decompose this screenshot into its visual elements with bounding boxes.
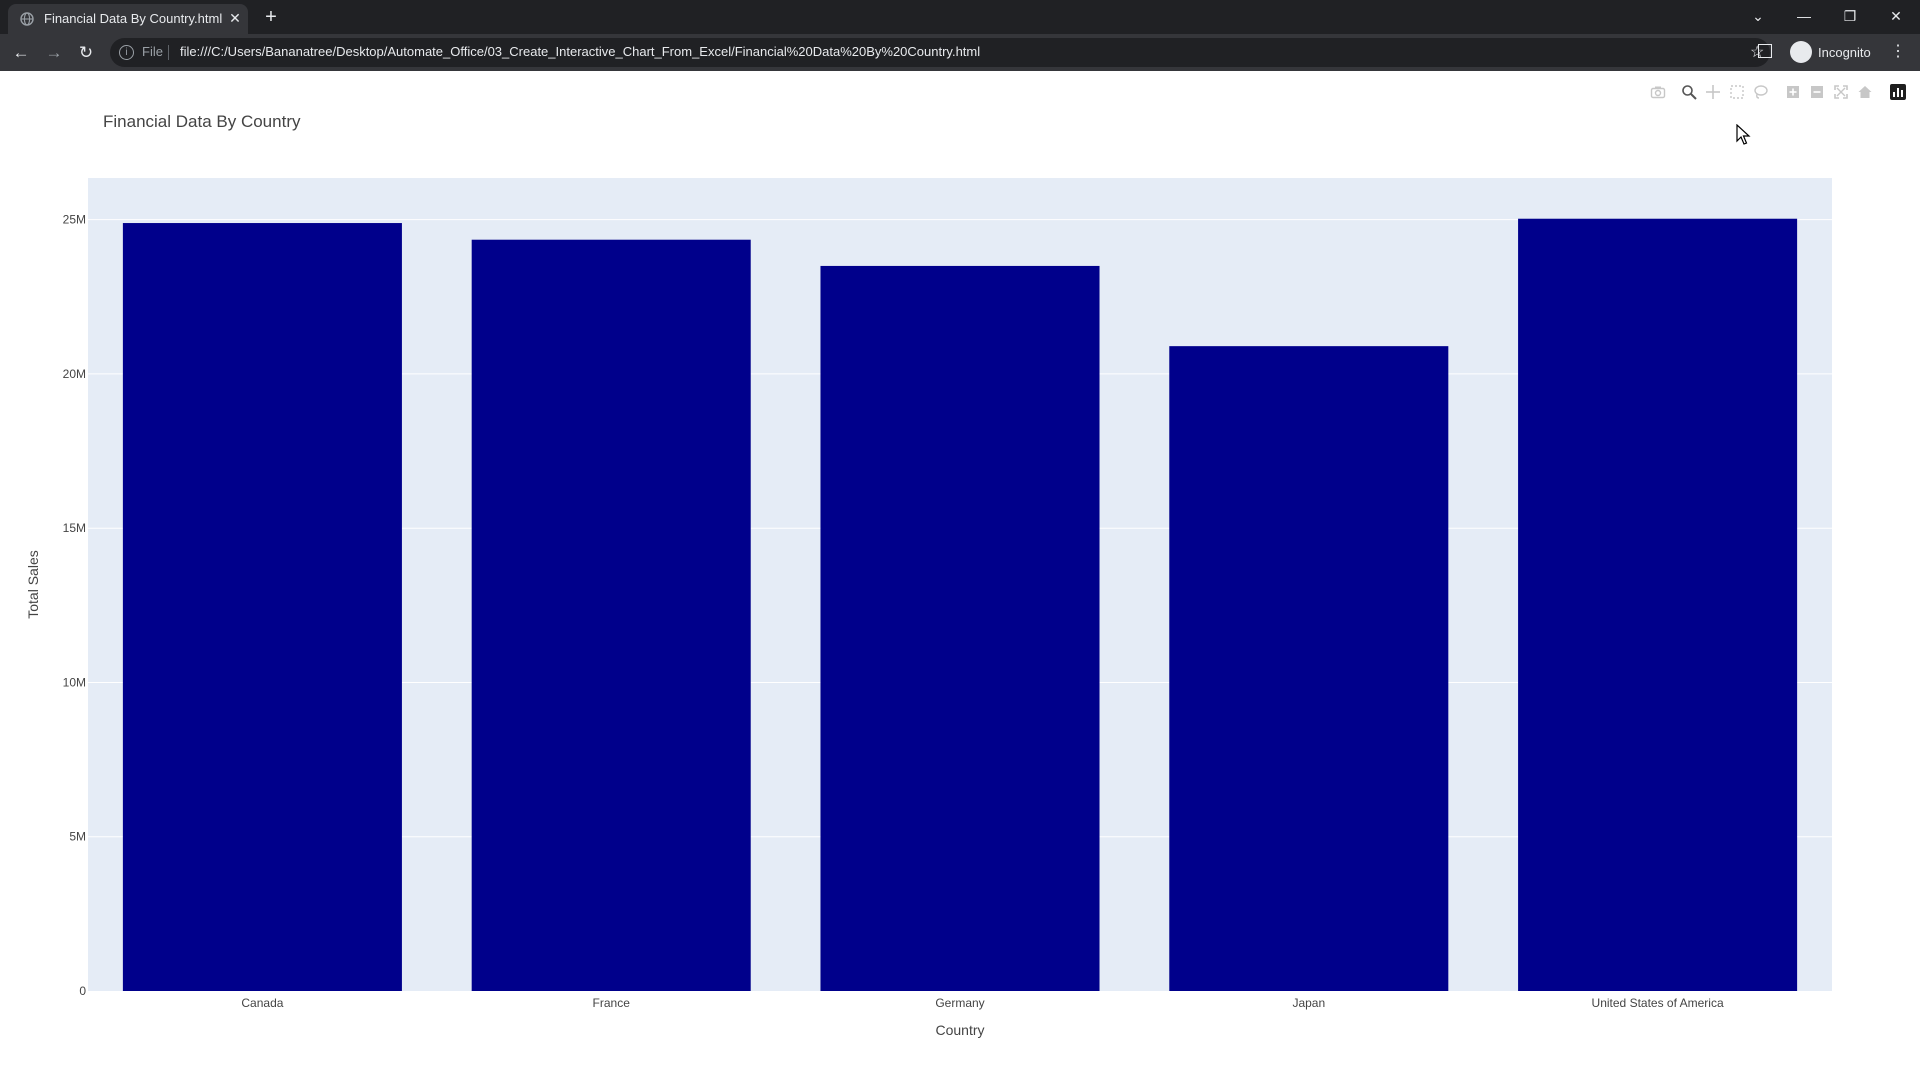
bar-chart: 0 5M 10M 15M 20M 25M Canada France Germany Japan… (25, 178, 1832, 1038)
address-bar[interactable]: i File file:///C:/Users/Bananatree/Deskt… (110, 38, 1770, 67)
address-divider (168, 45, 169, 60)
y-axis-ticks: 0 5M 10M 15M 20M 25M (63, 213, 87, 998)
bar-france[interactable] (471, 239, 751, 992)
info-icon[interactable]: i (119, 45, 134, 60)
tab-search-icon[interactable]: ⌄ (1740, 4, 1776, 28)
globe-icon (20, 12, 34, 26)
y-tick-label: 5M (69, 830, 86, 844)
x-axis-ticks: Canada France Germany Japan United States of… (241, 996, 1724, 1010)
url-text[interactable]: file:///C:/Users/Bananatree/Desktop/Auto… (180, 44, 980, 59)
bar-united-states-of-america[interactable] (1518, 218, 1798, 992)
bar-series (122, 218, 1798, 992)
bar-canada[interactable] (122, 223, 402, 991)
minimize-icon[interactable]: — (1786, 4, 1822, 28)
side-panel-icon[interactable] (1758, 44, 1772, 58)
y-tick-label: 0 (79, 984, 86, 998)
new-tab-icon[interactable]: + (260, 6, 282, 28)
y-tick-label: 20M (63, 367, 86, 381)
tab-close-icon[interactable]: ✕ (226, 9, 244, 27)
close-icon[interactable]: ✕ (1878, 4, 1914, 28)
y-tick-label: 10M (63, 675, 86, 689)
scheme-label: File (142, 44, 163, 59)
x-tick-label: France (593, 996, 631, 1010)
restore-icon[interactable]: ❐ (1832, 4, 1868, 28)
browser-titlebar: Financial Data By Country.html ✕ + ⌄ — ❐… (0, 0, 1920, 34)
mouse-cursor-icon (1736, 124, 1751, 145)
forward-arrow-icon[interactable]: → (43, 42, 65, 64)
browser-tab[interactable]: Financial Data By Country.html ✕ (8, 4, 248, 34)
bar-germany[interactable] (820, 265, 1100, 991)
y-axis-title: Total Sales (25, 550, 41, 618)
reload-icon[interactable]: ↻ (75, 42, 97, 64)
browser-toolbar: ← → ↻ i File file:///C:/Users/Bananatree… (0, 34, 1920, 71)
x-tick-label: Germany (935, 996, 984, 1010)
bar-japan[interactable] (1169, 346, 1449, 991)
menu-icon[interactable]: ⋮ (1890, 41, 1906, 61)
tab-title: Financial Data By Country.html (44, 11, 223, 26)
x-tick-label: United States of America (1592, 996, 1724, 1010)
x-axis-title: Country (935, 1022, 984, 1038)
x-tick-label: Japan (1292, 996, 1325, 1010)
incognito-icon (1790, 41, 1812, 63)
y-tick-label: 25M (63, 213, 86, 227)
y-tick-label: 15M (63, 521, 86, 535)
back-arrow-icon[interactable]: ← (10, 42, 32, 64)
x-tick-label: Canada (241, 996, 283, 1010)
incognito-label: Incognito (1818, 45, 1871, 60)
